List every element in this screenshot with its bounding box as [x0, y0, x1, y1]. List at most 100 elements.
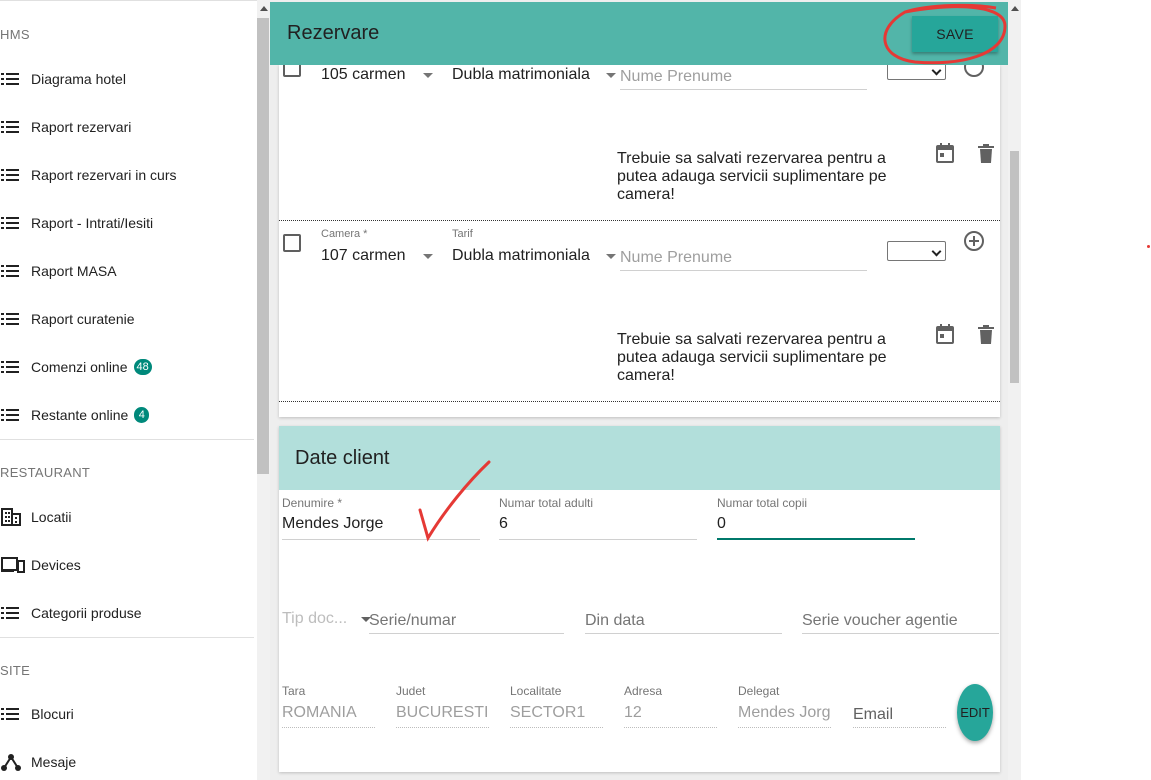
list-icon: [0, 73, 31, 85]
sidebar-item-mesaje[interactable]: Mesaje: [0, 747, 76, 777]
delegat-label: Delegat: [738, 684, 780, 698]
room-checkbox[interactable]: [283, 234, 301, 252]
dropdown-arrow-icon[interactable]: [423, 254, 433, 259]
email-input[interactable]: Email: [853, 706, 893, 724]
room-separator: [279, 220, 1000, 221]
tara-label: Tara: [282, 684, 306, 698]
tara-input: ROMANIA: [282, 704, 357, 721]
calendar-icon[interactable]: [936, 143, 954, 168]
save-button[interactable]: SAVE: [912, 16, 998, 52]
add-circle-icon[interactable]: [963, 230, 985, 257]
tarif-select-value[interactable]: Dubla matrimoniala: [452, 247, 590, 265]
sidebar-item-label: Raport rezervari in curs: [31, 167, 177, 183]
count-badge: 4: [134, 407, 150, 423]
sidebar-scrollbar-thumb[interactable]: [257, 18, 269, 474]
dropdown-arrow-icon[interactable]: [606, 254, 616, 259]
rooms-card: 105 carmen Dubla matrimoniala Nume Prenu…: [279, 57, 1000, 417]
sidebar-item-label: Restante online: [31, 407, 129, 423]
list-icon: [0, 409, 31, 421]
delegat-input: Mendes Jorg: [738, 704, 831, 721]
sidebar-item-label: Raport MASA: [31, 263, 117, 279]
share-icon: [0, 753, 31, 771]
sidebar-item-label: Categorii produse: [31, 605, 142, 621]
input-focus-underline: [717, 538, 915, 540]
adulti-input[interactable]: 6: [499, 515, 508, 533]
dropdown-arrow-icon[interactable]: [423, 73, 433, 78]
top-app-bar: Rezervare SAVE: [270, 2, 1008, 65]
guest-name-input[interactable]: Nume Prenume: [620, 249, 732, 267]
sidebar-item-raport-intrati-iesiti[interactable]: Raport - Intrati/Iesiti: [0, 208, 153, 238]
din-data-input[interactable]: Din data: [585, 612, 645, 630]
tarif-select-value[interactable]: Dubla matrimoniala: [452, 66, 590, 84]
sidebar-section-hms: HMS: [0, 27, 30, 42]
room-extra-select[interactable]: [887, 241, 946, 261]
input-underline: [802, 633, 999, 634]
input-underline: [853, 727, 946, 728]
input-underline: [282, 727, 375, 728]
save-required-message: Trebuie sa salvati rezervarea pentru a p…: [617, 331, 887, 384]
sidebar-item-raport-curatenie[interactable]: Raport curatenie: [0, 304, 135, 334]
room-separator: [279, 401, 1000, 402]
client-card: Date client Denumire * Mendes Jorge Numa…: [279, 426, 1000, 772]
sidebar-item-restante-online[interactable]: Restante online 4: [0, 400, 150, 430]
scroll-up-arrow-icon[interactable]: [260, 6, 268, 11]
sidebar-item-label: Raport curatenie: [31, 311, 135, 327]
delete-icon[interactable]: [978, 144, 994, 168]
save-required-message: Trebuie sa salvati rezervarea pentru a p…: [617, 150, 887, 203]
list-icon: [0, 361, 31, 373]
main-scrollbar-thumb[interactable]: [1010, 151, 1019, 383]
list-icon: [0, 217, 31, 229]
denumire-label: Denumire *: [282, 496, 343, 510]
list-icon: [0, 313, 31, 325]
judet-label: Judet: [396, 684, 426, 698]
dropdown-arrow-icon[interactable]: [606, 73, 616, 78]
building-icon: [0, 508, 31, 526]
camera-select-value[interactable]: 107 carmen: [321, 247, 406, 265]
adresa-label: Adresa: [624, 684, 663, 698]
copii-input[interactable]: 0: [717, 515, 726, 533]
sidebar-item-label: Raport - Intrati/Iesiti: [31, 215, 154, 231]
sidebar-item-locatii[interactable]: Locatii: [0, 502, 71, 532]
guest-name-input[interactable]: Nume Prenume: [620, 68, 732, 86]
serie-numar-input[interactable]: Serie/numar: [369, 612, 456, 630]
sidebar-item-comenzi-online[interactable]: Comenzi online 48: [0, 352, 152, 382]
adulti-label: Numar total adulti: [499, 496, 594, 510]
scroll-up-arrow-icon[interactable]: [1011, 6, 1019, 11]
sidebar-item-blocuri[interactable]: Blocuri: [0, 699, 74, 729]
sidebar-item-devices[interactable]: Devices: [0, 550, 81, 580]
input-underline: [620, 270, 867, 271]
input-underline: [396, 727, 489, 728]
sidebar-item-label: Raport rezervari: [31, 119, 132, 135]
sidebar-item-raport-rezervari-in-curs[interactable]: Raport rezervari in curs: [0, 160, 177, 190]
calendar-icon[interactable]: [936, 324, 954, 349]
tip-doc-select[interactable]: Tip doc...: [282, 610, 347, 628]
sidebar-item-label: Devices: [31, 557, 81, 573]
main-scrollbar[interactable]: [1008, 0, 1021, 780]
edit-button[interactable]: EDIT: [957, 684, 993, 741]
denumire-input[interactable]: Mendes Jorge: [282, 515, 383, 533]
input-underline: [499, 539, 697, 540]
input-underline: [738, 727, 831, 728]
client-card-header: Date client: [279, 426, 1000, 490]
devices-icon: [0, 557, 31, 573]
client-card-title: Date client: [295, 447, 390, 469]
edit-button-label: EDIT: [960, 705, 990, 720]
tarif-label: Tarif: [452, 228, 473, 240]
sidebar-item-raport-rezervari[interactable]: Raport rezervari: [0, 112, 131, 142]
localitate-input: SECTOR1: [510, 704, 586, 721]
list-icon: [0, 265, 31, 277]
input-underline: [369, 633, 564, 634]
sidebar-item-label: Blocuri: [31, 706, 74, 722]
sidebar-divider: [0, 637, 254, 638]
sidebar-item-diagrama-hotel[interactable]: Diagrama hotel: [0, 64, 126, 94]
sidebar-item-label: Mesaje: [31, 754, 77, 770]
voucher-input[interactable]: Serie voucher agentie: [802, 612, 958, 630]
sidebar-section-restaurant: RESTAURANT: [0, 465, 91, 480]
sidebar-item-raport-masa[interactable]: Raport MASA: [0, 256, 117, 286]
camera-select-value[interactable]: 105 carmen: [321, 66, 406, 84]
input-underline: [585, 633, 782, 634]
sidebar-item-categorii-produse[interactable]: Categorii produse: [0, 598, 142, 628]
delete-icon[interactable]: [978, 325, 994, 349]
list-icon: [0, 607, 31, 619]
input-underline: [282, 539, 480, 540]
